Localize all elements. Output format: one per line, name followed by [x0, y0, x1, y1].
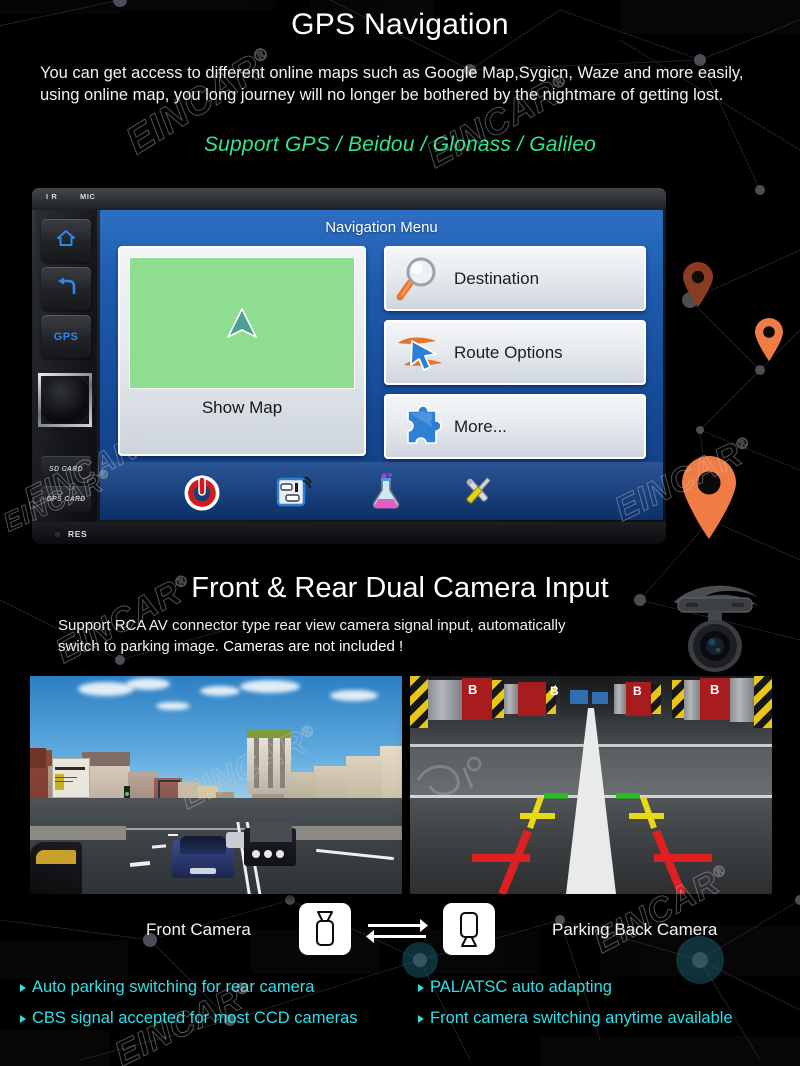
swap-arrows-icon	[366, 919, 428, 943]
bullet-left-1-text: Auto parking switching for rear camera	[32, 978, 315, 996]
sd-card-label: SD CARD	[49, 465, 83, 473]
reset-label: RES	[68, 529, 88, 539]
navigation-arrow-icon	[227, 308, 257, 338]
menu-label-destination: Destination	[454, 268, 540, 288]
bullet-right-1: PAL/ATSC auto adapting	[418, 978, 612, 997]
bullet-left-2: CBS signal accepted for most CCD cameras	[20, 1009, 358, 1028]
puzzle-piece-icon	[392, 401, 454, 453]
front-camera-label: Front Camera	[146, 920, 251, 939]
gps-card-label: GPS CARD	[46, 495, 86, 503]
menu-label-more: More...	[454, 416, 507, 436]
volume-knob[interactable]	[38, 373, 92, 427]
bullet-triangle-icon	[418, 983, 424, 992]
parking-guideline-overlay	[472, 793, 712, 894]
mic-label: MIC	[80, 192, 96, 201]
gps-section-paragraph: You can get access to different online m…	[40, 64, 744, 104]
bullet-left-1: Auto parking switching for rear camera	[20, 978, 314, 997]
home-icon	[56, 229, 76, 252]
bullet-left-2-text: CBS signal accepted for most CCD cameras	[32, 1009, 358, 1027]
back-camera-label: Parking Back Camera	[552, 920, 718, 939]
show-map-panel[interactable]: Show Map	[118, 246, 366, 456]
unit-bottom-bar	[32, 522, 666, 544]
camera-paragraph-line1: Support RCA AV connector type rear view …	[58, 617, 566, 634]
show-map-label: Show Map	[201, 398, 283, 417]
map-pin-medium	[753, 318, 785, 367]
gps-support-subtitle: Support GPS / Beidou / Glonass / Galileo	[203, 133, 597, 156]
sd-card-slot[interactable]: SD CARD	[41, 456, 91, 482]
bullet-triangle-icon	[20, 983, 26, 992]
ir-label: I R	[46, 192, 58, 201]
power-icon[interactable]	[182, 471, 222, 511]
bullet-right-2: Front camera switching anytime available	[418, 1009, 733, 1028]
bullet-right-2-text: Front camera switching anytime available	[430, 1009, 733, 1027]
map-preview	[129, 257, 355, 389]
traffic-info-icon[interactable]	[274, 471, 314, 511]
gps-section-title: GPS Navigation	[291, 8, 509, 41]
unit-left-panel: GPS SD CARD GPS CARD	[35, 210, 97, 541]
map-pin-large	[678, 455, 740, 546]
camera-section-paragraph: Support RCA AV connector type rear view …	[58, 615, 698, 657]
rear-camera-photo: B B B B	[410, 676, 772, 894]
menu-button-route-options[interactable]: Route Options	[384, 320, 646, 385]
gps-button[interactable]: GPS	[41, 315, 91, 358]
bullet-right-1-text: PAL/ATSC auto adapting	[430, 978, 612, 996]
lcd-screen[interactable]: Navigation Menu Show Map Destination Rou…	[100, 210, 663, 520]
menu-label-route-options: Route Options	[454, 342, 563, 362]
back-arrow-icon	[55, 277, 77, 300]
reset-hole[interactable]	[54, 530, 61, 537]
camera-paragraph-note: Cameras are not included !	[223, 638, 404, 655]
home-button[interactable]	[41, 219, 91, 262]
magnifier-icon	[392, 253, 454, 305]
flask-icon[interactable]	[366, 471, 406, 511]
menu-button-more[interactable]: More...	[384, 394, 646, 459]
menu-button-destination[interactable]: Destination	[384, 246, 646, 311]
lcd-toolbar	[100, 462, 663, 520]
route-cursor-icon	[392, 327, 454, 379]
rear-view-camera-product-icon	[660, 576, 770, 677]
back-camera-view-icon	[443, 903, 495, 955]
unit-top-bar	[32, 188, 666, 210]
car-head-unit: I R MIC GPS SD CARD GPS CARD Navigation …	[32, 188, 666, 544]
bullet-triangle-icon	[418, 1014, 424, 1023]
tools-icon[interactable]	[458, 471, 498, 511]
gps-card-slot[interactable]: GPS CARD	[41, 486, 91, 512]
navigation-menu-title: Navigation Menu	[325, 219, 438, 236]
product-feature-page: EINCAR® EINCAR® EINCAR® EINCAR® EINCAR® …	[0, 0, 800, 1066]
back-button[interactable]	[41, 267, 91, 310]
gps-button-label: GPS	[53, 330, 79, 343]
front-camera-view-icon	[299, 903, 351, 955]
camera-paragraph-line2: switch to parking image.	[58, 638, 219, 655]
bullet-triangle-icon	[20, 1014, 26, 1023]
front-camera-photo	[30, 676, 402, 894]
map-pin-small-dark	[681, 262, 715, 313]
